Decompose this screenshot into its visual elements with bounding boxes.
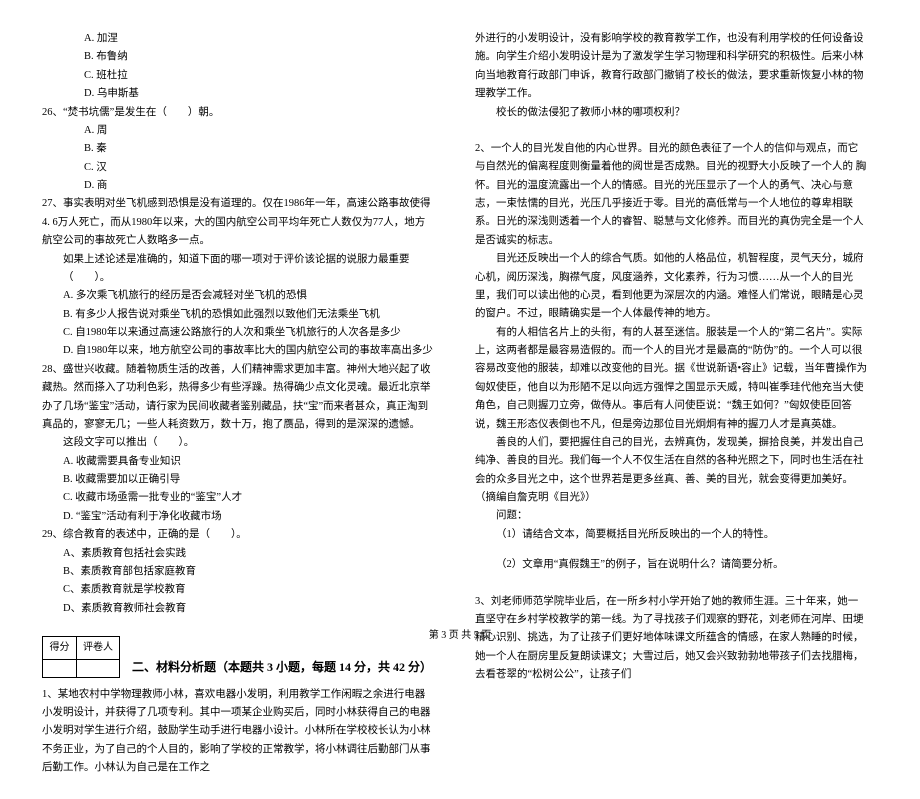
q26-opt-c: C. 汉 bbox=[42, 159, 435, 177]
q29-opt-d: D、素质教育教师社会教育 bbox=[42, 600, 435, 618]
score-cell[interactable] bbox=[43, 659, 77, 677]
m1-continued: 外进行的小发明设计，没有影响学校的教育教学工作，也没有利用学校的任何设备设施。向… bbox=[475, 30, 868, 104]
m2-para-c: 有的人相信名片上的头衔，有的人甚至迷信。服装是一个人的“第二名片”。实际上，这两… bbox=[475, 324, 868, 434]
right-column: 外进行的小发明设计，没有影响学校的教育教学工作，也没有利用学校的任何设备设施。向… bbox=[475, 30, 868, 777]
page-footer: 第 3 页 共 5 页 bbox=[0, 627, 920, 645]
q29-opt-c: C、素质教育就是学校教育 bbox=[42, 581, 435, 599]
q26-opt-b: B. 秦 bbox=[42, 140, 435, 158]
material-q1: 1、某地农村中学物理教师小林，喜欢电器小发明，利用教学工作闲暇之余进行电器小发明… bbox=[42, 686, 435, 778]
q29-opt-b: B、素质教育部包括家庭教育 bbox=[42, 563, 435, 581]
q28-opt-d: D. “鉴宝”活动有利于净化收藏市场 bbox=[42, 508, 435, 526]
m2-q2: （2）文章用“真假魏王”的例子，旨在说明什么？请简要分析。 bbox=[475, 556, 868, 574]
q26-opt-d: D. 商 bbox=[42, 177, 435, 195]
section-2-title: 二、材料分析题（本题共 3 小题，每题 14 分，共 42 分） bbox=[132, 657, 432, 678]
q28-opt-c: C. 收藏市场亟需一批专业的“鉴宝”人才 bbox=[42, 489, 435, 507]
q27-opt-a: A. 多次乘飞机旅行的经历是否会减轻对坐飞机的恐惧 bbox=[42, 287, 435, 305]
q28-stem: 28、盛世兴收藏。随着物质生活的改善，人们精神需求更加丰富。神州大地兴起了收藏热… bbox=[42, 361, 435, 435]
m2-para-b: 目光还反映出一个人的综合气质。如他的人格品位，机智程度，灵气天分，城府心机，阅历… bbox=[475, 250, 868, 324]
m2-para-a: 2、一个人的目光发自他的内心世界。目光的颜色表征了一个人的信仰与观点，而它与自然… bbox=[475, 140, 868, 250]
q28-opt-b: B. 收藏需要加以正确引导 bbox=[42, 471, 435, 489]
q27-sub: 如果上述论述是准确的，知道下面的哪一项对于评价该论据的说服力最重要（ ）。 bbox=[42, 251, 435, 288]
grader-cell[interactable] bbox=[77, 659, 120, 677]
q28-sub: 这段文字可以推出（ ）。 bbox=[42, 434, 435, 452]
q29-stem: 29、综合教育的表述中，正确的是（ ）。 bbox=[42, 526, 435, 544]
q26-opt-a: A. 周 bbox=[42, 122, 435, 140]
q27-stem: 27、事实表明对坐飞机感到恐惧是没有道理的。仅在1986年一年，高速公路事故使得… bbox=[42, 195, 435, 250]
q25-opt-a: A. 加涅 bbox=[42, 30, 435, 48]
left-column: A. 加涅 B. 布鲁纳 C. 班杜拉 D. 乌申斯基 26、“焚书坑儒”是发生… bbox=[42, 30, 435, 777]
q27-opt-d: D. 自1980年以来，地方航空公司的事故率比大的国内航空公司的事故率高出多少 bbox=[42, 342, 435, 360]
m1-question: 校长的做法侵犯了教师小林的哪项权利？ bbox=[475, 104, 868, 122]
q27-opt-b: B. 有多少人报告说对乘坐飞机的恐惧如此强烈以致他们无法乘坐飞机 bbox=[42, 306, 435, 324]
q25-opt-d: D. 乌申斯基 bbox=[42, 85, 435, 103]
m2-q-label: 问题： bbox=[475, 507, 868, 525]
q28-opt-a: A. 收藏需要具备专业知识 bbox=[42, 453, 435, 471]
m2-q1: （1）请结合文本，简要概括目光所反映出的一个人的特性。 bbox=[475, 526, 868, 544]
q29-opt-a: A、素质教育包括社会实践 bbox=[42, 545, 435, 563]
q27-opt-c: C. 自1980年以来通过高速公路旅行的人次和乘坐飞机旅行的人次各是多少 bbox=[42, 324, 435, 342]
m2-para-d: 善良的人们，要把握住自己的目光，去辨真伪，发现美，摒拾良美，并发出自己纯净、善良… bbox=[475, 434, 868, 508]
q25-opt-b: B. 布鲁纳 bbox=[42, 48, 435, 66]
q26-stem: 26、“焚书坑儒”是发生在（ ）朝。 bbox=[42, 104, 435, 122]
q25-opt-c: C. 班杜拉 bbox=[42, 67, 435, 85]
